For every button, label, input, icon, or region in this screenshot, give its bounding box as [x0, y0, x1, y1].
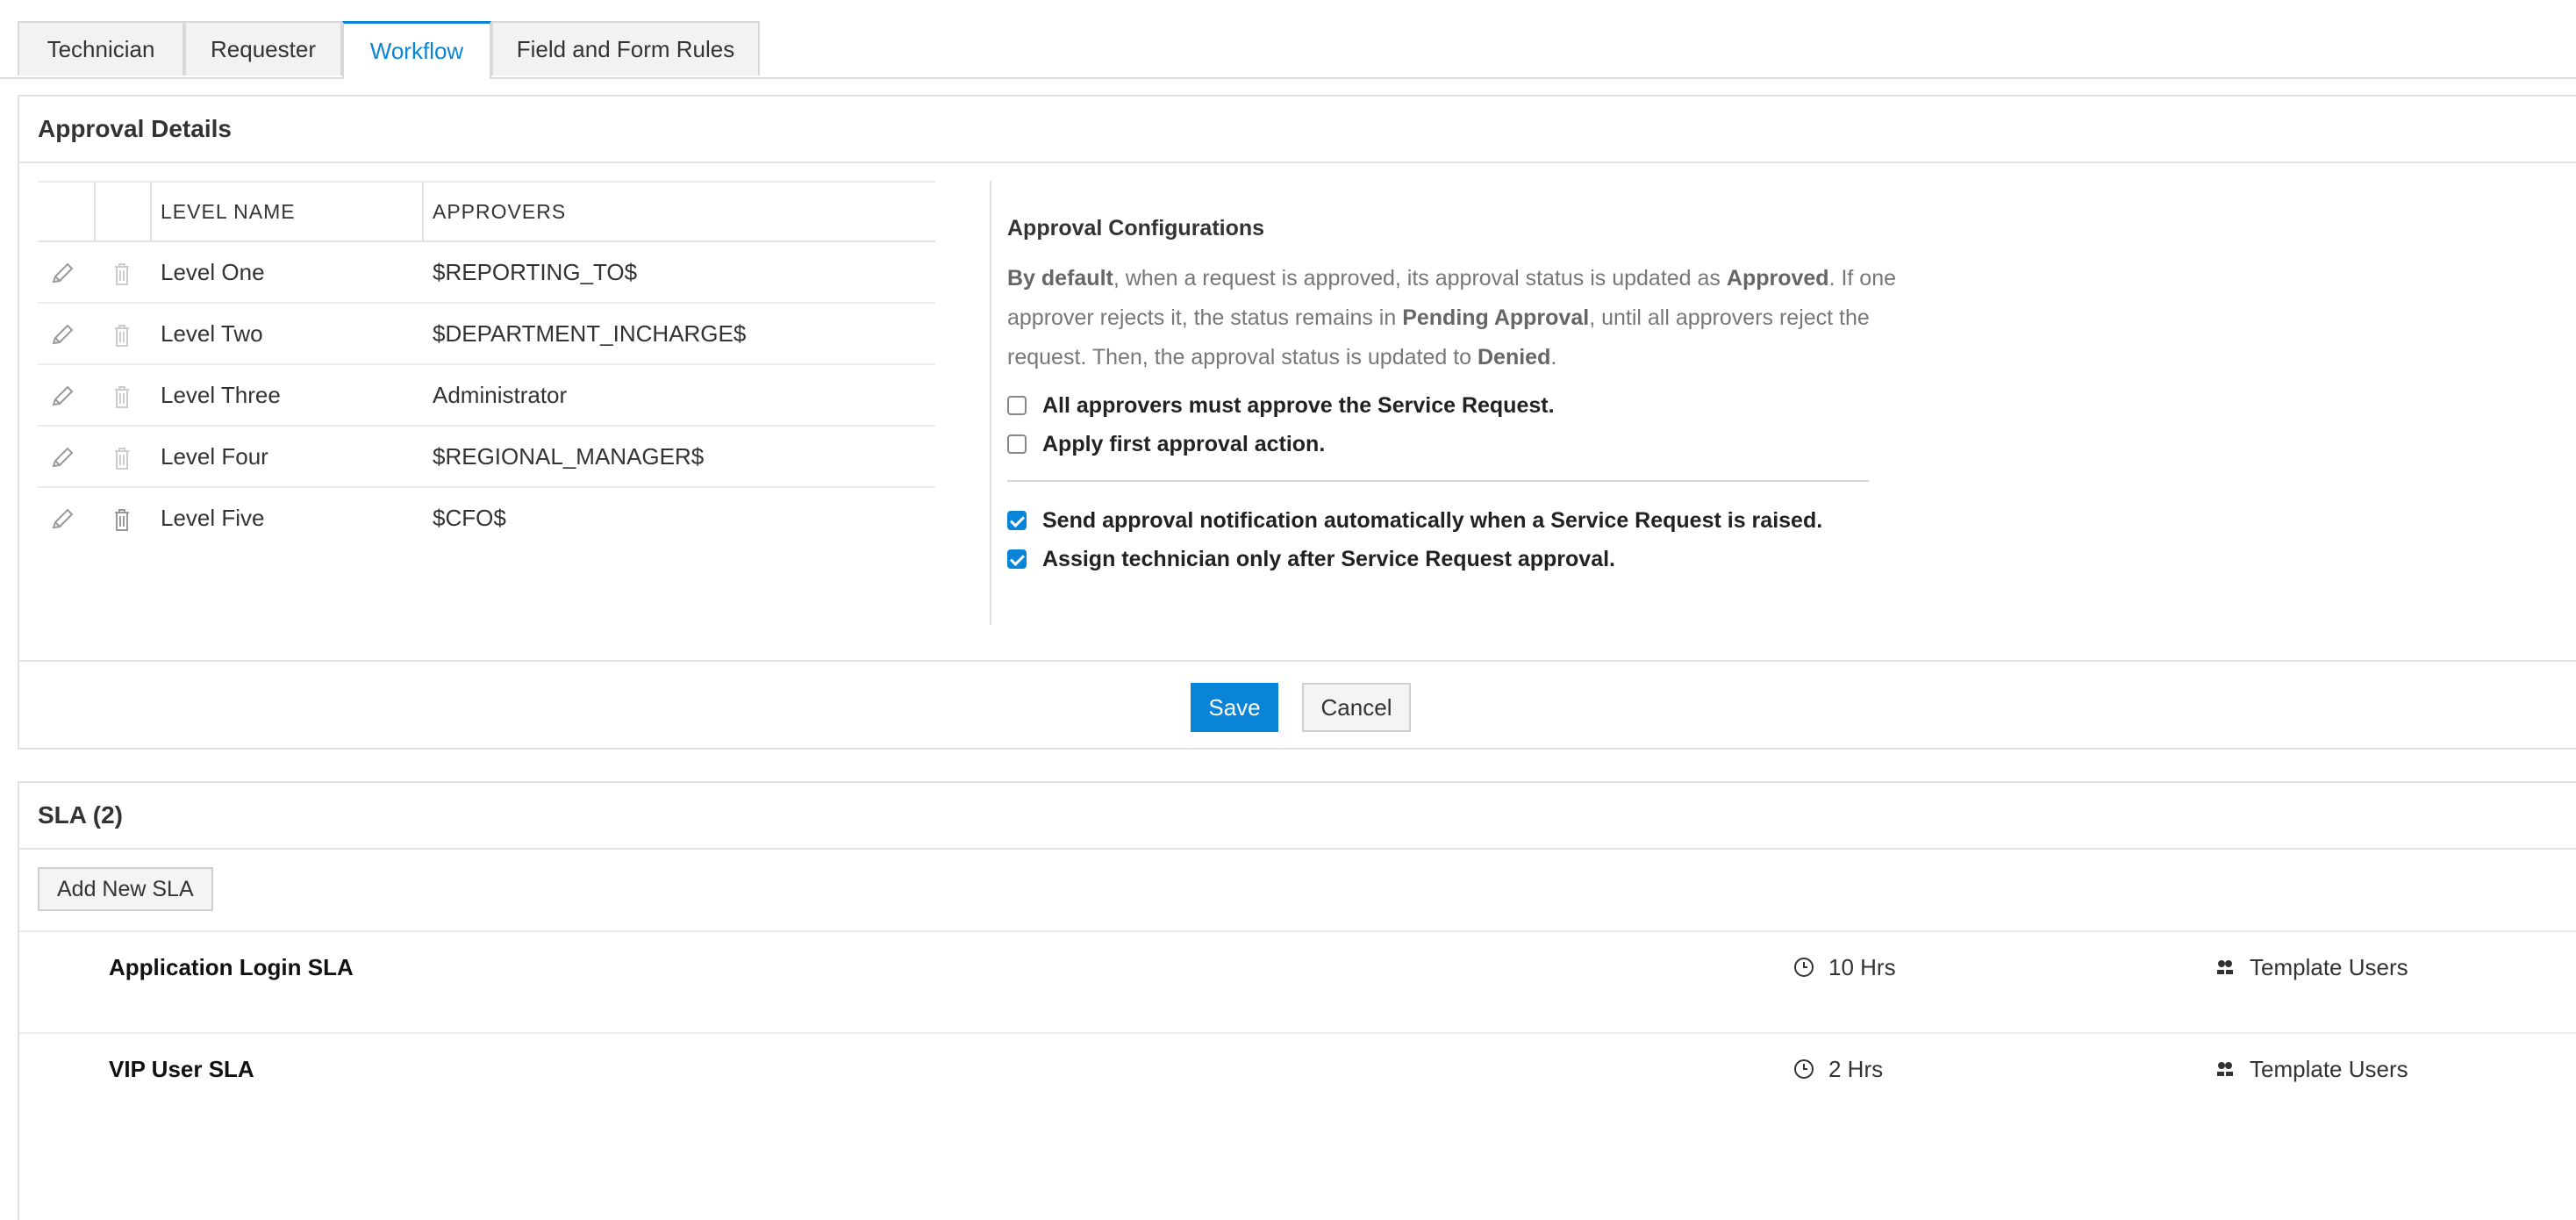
sla-name[interactable]: VIP User SLA: [109, 1034, 254, 1104]
option-label: Assign technician only after Service Req…: [1042, 546, 1615, 571]
options-divider: [1007, 480, 1869, 482]
save-button[interactable]: Save: [1191, 683, 1278, 732]
list-item: Application Login SLA 10 Hrs Template Us…: [19, 930, 2576, 1034]
approval-levels-table: LEVEL NAME APPROVERS Level One $REPORTIN…: [38, 181, 935, 548]
tab-technician[interactable]: Technician: [18, 21, 184, 75]
option-assign-technician: Assign technician only after Service Req…: [1007, 540, 1902, 578]
tab-bar: Technician Requester Workflow Field and …: [0, 0, 2576, 79]
table-header: LEVEL NAME APPROVERS: [38, 181, 935, 242]
sla-time: 2 Hrs: [1793, 1034, 1883, 1104]
column-divider: [94, 183, 96, 240]
level-name: Level Four: [161, 443, 268, 470]
level-name: Level One: [161, 259, 265, 285]
add-new-sla-button[interactable]: Add New SLA: [38, 867, 213, 911]
panel-title: Approval Details: [38, 115, 232, 142]
edit-icon[interactable]: [48, 260, 76, 288]
table-row: Level One $REPORTING_TO$: [38, 242, 935, 304]
sla-name[interactable]: Application Login SLA: [109, 932, 354, 1002]
tab-field-and-form-rules[interactable]: Field and Form Rules: [491, 21, 760, 75]
edit-icon[interactable]: [48, 383, 76, 411]
delete-icon[interactable]: [108, 444, 136, 472]
all-approvers-checkbox[interactable]: [1007, 396, 1027, 415]
option-first-approval: Apply first approval action.: [1007, 425, 1902, 463]
option-label: All approvers must approve the Service R…: [1042, 392, 1555, 418]
sla-users-value: Template Users: [2250, 1056, 2408, 1082]
approval-details-panel: Approval Details LEVEL NAME APPROVERS Le…: [18, 95, 2576, 750]
column-divider: [150, 183, 152, 240]
desc-text: .: [1550, 345, 1557, 370]
level-name: Level Three: [161, 382, 281, 408]
level-approver: $CFO$: [433, 505, 506, 531]
table-row: Level Four $REGIONAL_MANAGER$: [38, 427, 935, 488]
option-all-approvers: All approvers must approve the Service R…: [1007, 386, 1902, 425]
edit-icon[interactable]: [48, 321, 76, 349]
sla-users-value: Template Users: [2250, 954, 2408, 980]
level-approver: Administrator: [433, 382, 568, 408]
delete-icon[interactable]: [108, 260, 136, 288]
send-notification-checkbox[interactable]: [1007, 511, 1027, 530]
option-label: Apply first approval action.: [1042, 431, 1326, 456]
delete-icon[interactable]: [108, 383, 136, 411]
approval-details-header: Approval Details: [19, 97, 2576, 163]
tab-requester[interactable]: Requester: [184, 21, 342, 75]
column-divider: [422, 183, 424, 240]
sla-time: 10 Hrs: [1793, 932, 1896, 1002]
sla-users: Template Users: [2215, 1034, 2408, 1104]
level-approver: $REPORTING_TO$: [433, 259, 638, 285]
users-icon: [2217, 960, 2233, 974]
delete-icon[interactable]: [108, 321, 136, 349]
cancel-button[interactable]: Cancel: [1302, 683, 1411, 732]
users-icon: [2217, 1062, 2233, 1076]
assign-technician-checkbox[interactable]: [1007, 549, 1027, 569]
desc-approved: Approved: [1726, 266, 1829, 291]
approval-configurations: Approval Configurations By default, when…: [1007, 216, 1902, 578]
sla-users: Template Users: [2215, 932, 2408, 1002]
tab-workflow[interactable]: Workflow: [342, 21, 491, 79]
config-title: Approval Configurations: [1007, 216, 1265, 240]
desc-text: , when a request is approved, its approv…: [1113, 266, 1727, 291]
sla-time-value: 2 Hrs: [1828, 1056, 1884, 1082]
table-row: Level Three Administrator: [38, 365, 935, 427]
panel-footer-divider: [19, 660, 2576, 662]
edit-icon[interactable]: [48, 506, 76, 534]
option-send-notification: Send approval notification automatically…: [1007, 501, 1902, 540]
vertical-divider: [990, 181, 991, 625]
sla-panel: SLA (2) Add New SLA Application Login SL…: [18, 781, 2576, 1220]
edit-icon[interactable]: [48, 444, 76, 472]
panel-title: SLA (2): [38, 801, 123, 829]
desc-pending: Pending Approval: [1402, 305, 1590, 330]
table-row: Level Two $DEPARTMENT_INCHARGE$: [38, 304, 935, 365]
level-approver: $REGIONAL_MANAGER$: [433, 443, 705, 470]
delete-icon[interactable]: [108, 506, 136, 534]
table-row: Level Five $CFO$: [38, 488, 935, 548]
level-name: Level Five: [161, 505, 265, 531]
clock-icon: [1794, 1059, 1814, 1079]
config-description: By default, when a request is approved, …: [1007, 259, 1902, 377]
column-header-level-name: LEVEL NAME: [161, 200, 296, 223]
desc-default: By default: [1007, 266, 1113, 291]
clock-icon: [1794, 958, 1814, 977]
list-item: VIP User SLA 2 Hrs Template Users: [19, 1032, 2576, 1136]
first-approval-checkbox[interactable]: [1007, 434, 1027, 454]
desc-denied: Denied: [1478, 345, 1551, 370]
sla-time-value: 10 Hrs: [1828, 954, 1896, 980]
column-header-approvers: APPROVERS: [433, 200, 567, 223]
level-name: Level Two: [161, 320, 263, 347]
sla-header: SLA (2): [19, 783, 2576, 850]
option-label: Send approval notification automatically…: [1042, 507, 1823, 533]
level-approver: $DEPARTMENT_INCHARGE$: [433, 320, 747, 347]
